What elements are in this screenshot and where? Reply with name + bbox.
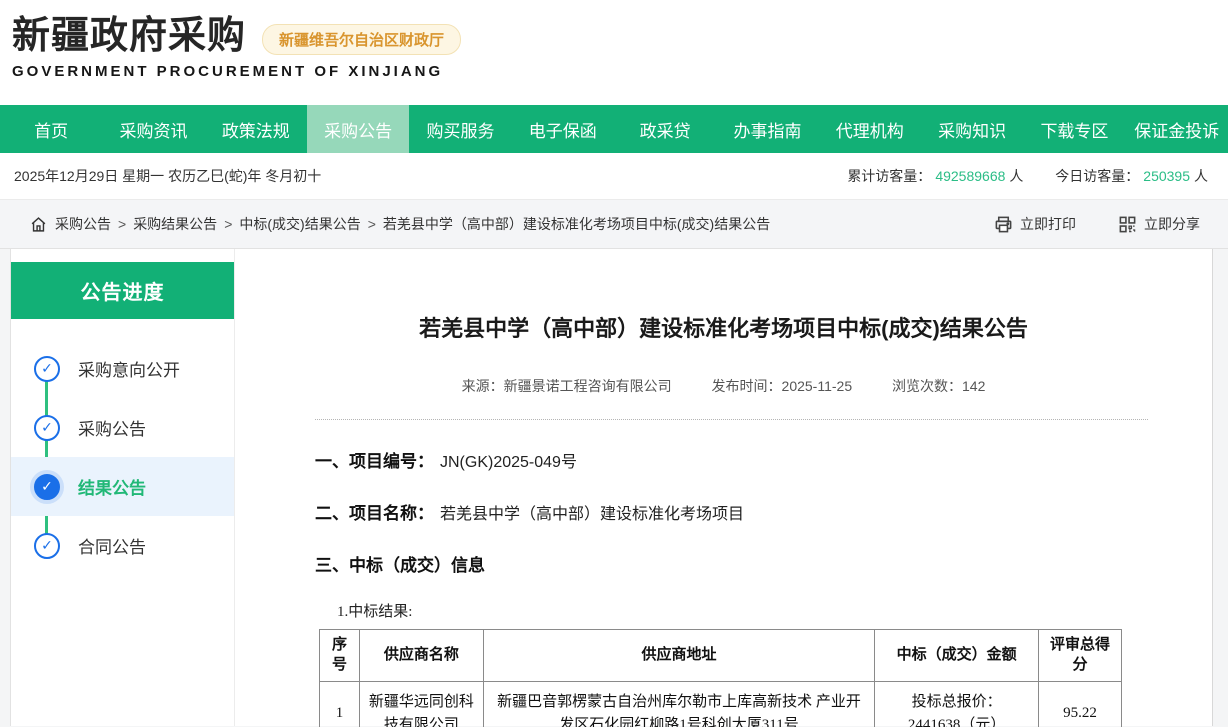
finance-dept-badge: 新疆维吾尔自治区财政厅: [262, 24, 461, 55]
nav-item-policies[interactable]: 政策法规: [205, 105, 307, 153]
publish-time-value: 2025-11-25: [782, 378, 853, 394]
cell-address: 新疆巴音郭楞蒙古自治州库尔勒市上库高新技术 产业开发区石化园红柳路1号科创大厦3…: [483, 681, 874, 727]
breadcrumb-item-award-results[interactable]: 中标(成交)结果公告: [239, 214, 360, 234]
source-label: 来源：: [462, 378, 504, 394]
step-contract-announcement[interactable]: ✓ 合同公告: [11, 516, 234, 575]
dotted-divider: [315, 419, 1148, 420]
col-header-address: 供应商地址: [483, 630, 874, 682]
step-procurement-announcement[interactable]: ✓ 采购公告: [11, 398, 234, 457]
share-button-label: 立即分享: [1144, 214, 1200, 234]
share-button[interactable]: 立即分享: [1118, 214, 1200, 234]
date-text: 2025年12月29日 星期一 农历乙巳(蛇)年 冬月初十: [14, 166, 321, 186]
nav-item-home[interactable]: 首页: [0, 105, 102, 153]
amount-value: 2441638（元）: [881, 714, 1032, 727]
nav-item-agencies[interactable]: 代理机构: [819, 105, 921, 153]
step-label: 采购意向公开: [78, 356, 180, 381]
announcement-progress-sidebar: 公告进度 ✓ 采购意向公开 ✓ 采购公告 ✓ 结果公告 ✓ 合同公告: [11, 249, 235, 726]
main-nav: 首页 采购资讯 政策法规 采购公告 购买服务 电子保函 政采贷 办事指南 代理机…: [0, 105, 1228, 153]
breadcrumb-separator: >: [224, 216, 232, 232]
breadcrumb-separator: >: [118, 216, 126, 232]
breadcrumb-bar: 采购公告 > 采购结果公告 > 中标(成交)结果公告 > 若羌县中学（高中部）建…: [0, 200, 1228, 249]
nav-item-e-guarantee[interactable]: 电子保函: [512, 105, 614, 153]
article-title: 若羌县中学（高中部）建设标准化考场项目中标(成交)结果公告: [275, 311, 1172, 343]
section-value: 若羌县中学（高中部）建设标准化考场项目: [440, 506, 744, 523]
section-project-name: 二、项目名称： 若羌县中学（高中部）建设标准化考场项目: [315, 499, 1172, 524]
nav-item-deposit-complaint[interactable]: 保证金投诉: [1126, 105, 1228, 153]
qr-share-icon: [1118, 215, 1137, 234]
check-circle-icon: ✓: [34, 415, 60, 441]
nav-item-service-guide[interactable]: 办事指南: [716, 105, 818, 153]
site-logo[interactable]: 新疆政府采购: [12, 16, 246, 58]
publish-time-label: 发布时间：: [712, 378, 782, 394]
section-value: JN(GK)2025-049号: [440, 454, 577, 471]
printer-icon: [994, 215, 1013, 234]
today-visitors-label: 今日访客量：: [1055, 168, 1139, 184]
cell-score: 95.22: [1039, 681, 1122, 727]
check-circle-filled-icon: ✓: [34, 474, 60, 500]
progress-steps: ✓ 采购意向公开 ✓ 采购公告 ✓ 结果公告 ✓ 合同公告: [11, 319, 234, 575]
nav-item-knowledge[interactable]: 采购知识: [921, 105, 1023, 153]
cell-seq: 1: [320, 681, 360, 727]
breadcrumb-item-result-announcements[interactable]: 采购结果公告: [133, 214, 217, 234]
total-visitors-unit: 人: [1009, 168, 1023, 184]
nav-item-procurement-news[interactable]: 采购资讯: [102, 105, 204, 153]
amount-label: 投标总报价：: [881, 691, 1032, 714]
col-header-seq: 序号: [320, 630, 360, 682]
section-project-number: 一、项目编号： JN(GK)2025-049号: [315, 447, 1172, 472]
views-label: 浏览次数：: [892, 378, 962, 394]
views-value: 142: [962, 378, 985, 394]
source-value: 新疆景诺工程咨询有限公司: [504, 378, 672, 394]
article-meta: 来源：新疆景诺工程咨询有限公司 发布时间：2025-11-25 浏览次数：142: [235, 376, 1212, 396]
print-button[interactable]: 立即打印: [994, 214, 1076, 234]
table-row: 1 新疆华远同创科技有限公司 新疆巴音郭楞蒙古自治州库尔勒市上库高新技术 产业开…: [320, 681, 1122, 727]
site-header: 新疆政府采购 新疆维吾尔自治区财政厅 GOVERNMENT PROCUREMEN…: [0, 0, 1228, 105]
step-label: 合同公告: [78, 533, 146, 558]
today-visitors-value: 250395: [1143, 168, 1190, 184]
check-circle-icon: ✓: [34, 356, 60, 382]
award-result-table: 序号 供应商名称 供应商地址 中标（成交）金额 评审总得分 1 新疆华远同创科技…: [319, 629, 1122, 727]
nav-item-buy-services[interactable]: 购买服务: [409, 105, 511, 153]
step-label: 采购公告: [78, 415, 146, 440]
step-result-announcement[interactable]: ✓ 结果公告: [11, 457, 234, 516]
check-circle-icon: ✓: [34, 533, 60, 559]
breadcrumb: 采购公告 > 采购结果公告 > 中标(成交)结果公告 > 若羌县中学（高中部）建…: [30, 214, 952, 234]
home-icon[interactable]: [30, 216, 47, 233]
nav-item-procurement-announcements[interactable]: 采购公告: [307, 105, 409, 153]
sidebar-title: 公告进度: [11, 262, 234, 319]
col-header-supplier: 供应商名称: [359, 630, 483, 682]
breadcrumb-separator: >: [368, 216, 376, 232]
step-procurement-intent[interactable]: ✓ 采购意向公开: [11, 339, 234, 398]
site-subtitle: GOVERNMENT PROCUREMENT OF XINJIANG: [12, 63, 1228, 80]
info-bar: 2025年12月29日 星期一 农历乙巳(蛇)年 冬月初十 累计访客量：4925…: [0, 153, 1228, 200]
today-visitors-unit: 人: [1194, 168, 1208, 184]
step-label: 结果公告: [78, 474, 146, 499]
section-label: 一、项目编号：: [315, 452, 434, 471]
cell-amount: 投标总报价： 2441638（元）: [875, 681, 1039, 727]
result-list-label: 1.中标结果:: [337, 600, 1212, 621]
total-visitors-label: 累计访客量：: [847, 168, 931, 184]
print-button-label: 立即打印: [1020, 214, 1076, 234]
cell-supplier: 新疆华远同创科技有限公司: [359, 681, 483, 727]
section-label: 三、中标（成交）信息: [315, 556, 485, 575]
section-award-info: 三、中标（成交）信息: [315, 551, 1172, 576]
content-container: 公告进度 ✓ 采购意向公开 ✓ 采购公告 ✓ 结果公告 ✓ 合同公告 若羌县中学…: [10, 249, 1213, 726]
announcement-article: 若羌县中学（高中部）建设标准化考场项目中标(成交)结果公告 来源：新疆景诺工程咨…: [235, 249, 1212, 726]
section-label: 二、项目名称：: [315, 504, 434, 523]
col-header-score: 评审总得分: [1039, 630, 1122, 682]
nav-item-downloads[interactable]: 下载专区: [1023, 105, 1125, 153]
breadcrumb-item-announcements[interactable]: 采购公告: [55, 214, 111, 234]
breadcrumb-item-current-page: 若羌县中学（高中部）建设标准化考场项目中标(成交)结果公告: [383, 214, 770, 234]
col-header-amount: 中标（成交）金额: [875, 630, 1039, 682]
total-visitors-value: 492589668: [935, 168, 1005, 184]
visitor-stats: 累计访客量：492589668人 今日访客量：250395人: [819, 166, 1208, 186]
table-header-row: 序号 供应商名称 供应商地址 中标（成交）金额 评审总得分: [320, 630, 1122, 682]
nav-item-gov-loan[interactable]: 政采贷: [614, 105, 716, 153]
